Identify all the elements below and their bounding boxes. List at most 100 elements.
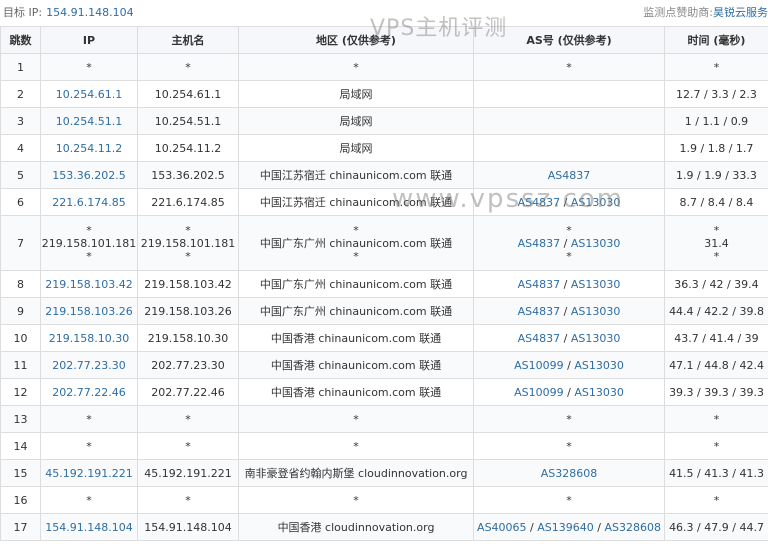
hostname-cell: * (137, 53, 239, 81)
as-link[interactable]: AS4837 (518, 196, 561, 209)
hostname-cell: 45.192.191.221 (137, 459, 239, 487)
no-reply-marker: * (185, 249, 191, 263)
table-row: 11 202.77.23.30 202.77.23.30 中国香港 chinaunic… (0, 351, 768, 379)
time-cell: 41.5 / 41.3 / 41.3 (664, 459, 768, 487)
ip-cell-value[interactable]: 219.158.101.181 (42, 237, 137, 250)
col-hop: 跳数 (0, 26, 41, 54)
ip-cell[interactable]: 219.158.10.30 (40, 324, 138, 352)
time-cell: * (664, 53, 768, 81)
table-row: 14 * * * * * (0, 432, 768, 460)
no-reply-marker: * (566, 249, 572, 263)
hop-cell: 1 (0, 53, 41, 81)
hop-cell: 11 (0, 351, 41, 379)
hostname-cell: 10.254.51.1 (137, 107, 239, 135)
region-cell: 中国香港 chinaunicom.com 联通 (238, 378, 474, 406)
as-link[interactable]: AS10099 (514, 386, 564, 399)
time-cell: * (664, 405, 768, 433)
region-cell: 南非豪登省约翰内斯堡 cloudinnovation.org (238, 459, 474, 487)
ip-cell[interactable]: 202.77.22.46 (40, 378, 138, 406)
as-cell: * AS4837 / AS13030 * (473, 215, 665, 271)
region-cell: 中国江苏宿迁 chinaunicom.com 联通 (238, 161, 474, 189)
ip-cell[interactable]: 219.158.103.26 (40, 297, 138, 325)
traceroute-table: 跳数 IP 主机名 地区 (仅供参考) AS号 (仅供参考) 时间 (毫秒) 1… (0, 26, 768, 541)
hop-cell: 12 (0, 378, 41, 406)
ip-cell[interactable]: 10.254.11.2 (40, 134, 138, 162)
as-cell: * (473, 432, 665, 460)
as-link[interactable]: AS328608 (541, 467, 598, 480)
as-cell (473, 134, 665, 162)
as-link[interactable]: AS139640 (537, 521, 594, 534)
hop-cell: 13 (0, 405, 41, 433)
region-cell: 中国香港 chinaunicom.com 联通 (238, 324, 474, 352)
no-reply-marker: * (713, 223, 720, 237)
as-link[interactable]: AS40065 (477, 521, 527, 534)
ip-cell[interactable]: 45.192.191.221 (40, 459, 138, 487)
ip-cell[interactable]: 221.6.174.85 (40, 188, 138, 216)
as-cell (473, 80, 665, 108)
ip-cell[interactable]: 219.158.103.42 (40, 270, 138, 298)
as-link[interactable]: AS13030 (571, 332, 621, 345)
hostname-cell: 219.158.103.26 (137, 297, 239, 325)
no-reply-marker: * (353, 223, 359, 237)
as-cell: AS4837 (473, 161, 665, 189)
target-info: 目标 IP: 154.91.148.104 (3, 0, 134, 26)
as-link[interactable]: AS13030 (571, 196, 621, 209)
no-reply-marker: * (713, 249, 720, 263)
sponsor-link[interactable]: 昊锐云服务 (713, 6, 768, 19)
ip-cell[interactable]: 10.254.51.1 (40, 107, 138, 135)
as-cell: * (473, 486, 665, 514)
time-cell: 47.1 / 44.8 / 42.4 (664, 351, 768, 379)
as-link[interactable]: AS4837 (548, 169, 591, 182)
hostname-cell-value: 219.158.101.181 (140, 236, 236, 250)
table-row: 13 * * * * * (0, 405, 768, 433)
time-cell: 8.7 / 8.4 / 8.4 (664, 188, 768, 216)
hostname-cell: * (137, 432, 239, 460)
table-row: 2 10.254.61.1 10.254.61.1 局域网 12.7 / 3.3 / 2… (0, 80, 768, 108)
no-reply-marker: * (86, 223, 92, 237)
as-link[interactable]: AS4837 (518, 237, 561, 250)
table-row: 16 * * * * * (0, 486, 768, 514)
ip-cell[interactable]: 153.36.202.5 (40, 161, 138, 189)
hostname-cell: * (137, 405, 239, 433)
as-link[interactable]: AS328608 (604, 521, 661, 534)
time-cell: 1 / 1.1 / 0.9 (664, 107, 768, 135)
hostname-cell: 219.158.10.30 (137, 324, 239, 352)
hop-cell: 8 (0, 270, 41, 298)
ip-cell: * (40, 405, 138, 433)
hop-cell: 5 (0, 161, 41, 189)
top-bar: 目标 IP: 154.91.148.104 监测点赞助商:昊锐云服务 (0, 0, 768, 26)
as-link[interactable]: AS13030 (571, 237, 621, 250)
as-link[interactable]: AS4837 (518, 332, 561, 345)
region-cell: 局域网 (238, 80, 474, 108)
target-ip-link[interactable]: 154.91.148.104 (46, 6, 133, 19)
as-link[interactable]: AS4837 (518, 278, 561, 291)
ip-cell: * (40, 53, 138, 81)
time-cell: 1.9 / 1.9 / 33.3 (664, 161, 768, 189)
as-cell: AS4837 / AS13030 (473, 270, 665, 298)
hop-cell: 15 (0, 459, 41, 487)
ip-cell[interactable]: 10.254.61.1 (40, 80, 138, 108)
hostname-cell: 221.6.174.85 (137, 188, 239, 216)
hop-cell: 6 (0, 188, 41, 216)
as-link[interactable]: AS10099 (514, 359, 564, 372)
as-link[interactable]: AS4837 (518, 305, 561, 318)
table-row: 4 10.254.11.2 10.254.11.2 局域网 1.9 / 1.8 / 1.… (0, 134, 768, 162)
as-link[interactable]: AS13030 (571, 305, 621, 318)
table-row: 15 45.192.191.221 45.192.191.221 南非豪登省约翰内斯堡… (0, 459, 768, 487)
as-link[interactable]: AS13030 (574, 359, 624, 372)
hostname-cell: 10.254.61.1 (137, 80, 239, 108)
hostname-cell: 202.77.22.46 (137, 378, 239, 406)
as-link[interactable]: AS13030 (574, 386, 624, 399)
as-cell: AS40065 / AS139640 / AS328608 (473, 513, 665, 541)
ip-cell[interactable]: 154.91.148.104 (40, 513, 138, 541)
hostname-cell: 153.36.202.5 (137, 161, 239, 189)
ip-cell[interactable]: 202.77.23.30 (40, 351, 138, 379)
table-row: 10 219.158.10.30 219.158.10.30 中国香港 chinaun… (0, 324, 768, 352)
as-cell: * (473, 53, 665, 81)
time-cell: 36.3 / 42 / 39.4 (664, 270, 768, 298)
time-cell: * (664, 432, 768, 460)
as-link[interactable]: AS13030 (571, 278, 621, 291)
hostname-cell: 202.77.23.30 (137, 351, 239, 379)
hostname-cell: * (137, 486, 239, 514)
as-cell: AS4837 / AS13030 (473, 324, 665, 352)
